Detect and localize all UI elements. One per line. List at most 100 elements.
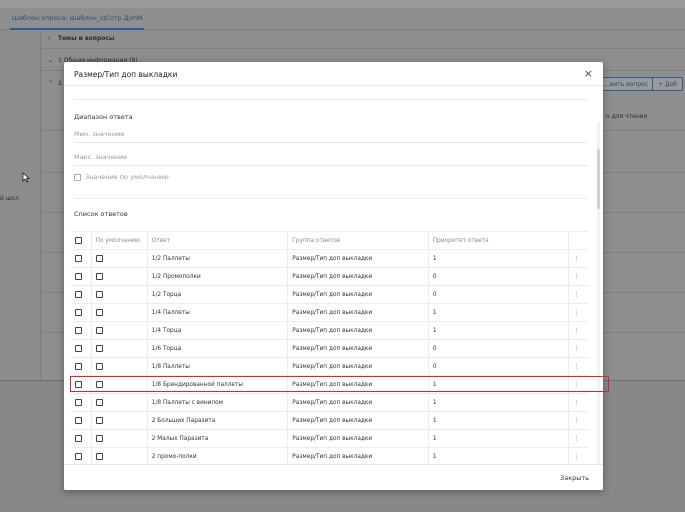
row-default-cell[interactable] [90,429,148,448]
answers-section-title: Список ответов [74,210,128,218]
table-row[interactable]: 1/2 Промополки Размер/Тип доп выкладки 0 ⋮ [71,267,589,286]
row-select-checkbox[interactable] [75,381,82,388]
row-menu-icon[interactable]: ⋮ [568,303,589,322]
min-value-underline [74,142,588,143]
row-menu-icon[interactable]: ⋮ [568,393,589,412]
row-default-cell[interactable] [90,393,148,412]
row-menu-icon[interactable]: ⋮ [568,321,589,340]
row-select-cell[interactable] [71,267,92,286]
row-default-cell[interactable] [90,339,148,358]
row-select-checkbox[interactable] [75,273,82,280]
row-default-checkbox[interactable] [95,453,103,460]
column-header-priority[interactable]: Приоритет ответа [427,231,569,250]
row-select-cell[interactable] [71,249,92,268]
row-select-checkbox[interactable] [75,309,82,316]
column-header-answer[interactable]: Ответ [146,231,288,250]
default-value-checkbox[interactable] [74,173,81,181]
row-select-cell[interactable] [71,375,92,394]
row-select-checkbox[interactable] [75,345,82,352]
table-row[interactable]: 1/8 Паллеты Размер/Тип доп выкладки 0 ⋮ [71,357,589,376]
tab-survey-template[interactable]: Шаблон опроса: Шаблон_ЦСотр ДопМ [12,14,143,22]
row-select-cell[interactable] [71,393,92,412]
add-button[interactable]: + Доб [652,77,683,91]
row-select-checkbox[interactable] [75,363,82,370]
row-default-cell[interactable] [90,267,148,286]
expand-chevron-icon[interactable]: ⌄ [48,57,53,64]
row-select-checkbox[interactable] [75,291,82,298]
row-select-checkbox[interactable] [75,453,82,460]
row-select-cell[interactable] [71,411,92,430]
answer-options-modal: Размер/Тип доп выкладки × Диапазон ответ… [64,62,603,490]
row-default-checkbox[interactable] [95,255,103,262]
table-row[interactable]: 1/2 Паллеты Размер/Тип доп выкладки 1 ⋮ [71,249,589,268]
row-menu-icon[interactable]: ⋮ [568,429,589,448]
table-row[interactable]: 1/6 Торца Размер/Тип доп выкладки 0 ⋮ [71,339,589,358]
row-select-cell[interactable] [71,303,92,322]
row-default-cell[interactable] [90,357,148,376]
close-button[interactable]: Закрыть [560,474,589,482]
row-select-checkbox[interactable] [75,255,82,262]
table-row[interactable]: 2 промо-полки Размер/Тип доп выкладки 1 ⋮ [71,447,589,464]
row-select-cell[interactable] [71,357,92,376]
group-cell: Размер/Тип доп выкладки [287,303,429,322]
table-row[interactable]: 1/8 Брендированной паллеты Размер/Тип доп… [71,375,589,394]
table-row[interactable]: 1/2 Торца Размер/Тип доп выкладки 0 ⋮ [71,285,589,304]
row-default-checkbox[interactable] [95,399,103,406]
row-select-cell[interactable] [71,339,92,358]
default-value-checkbox-row[interactable]: Значение по умолчанию [74,173,169,181]
back-chevron-icon[interactable]: ‹ [48,35,50,42]
row-menu-icon[interactable]: ⋮ [568,267,589,286]
row-menu-icon[interactable]: ⋮ [568,447,589,464]
max-value-field[interactable]: Макс. значение [74,153,127,161]
row-menu-icon[interactable]: ⋮ [568,285,589,304]
row-default-cell[interactable] [90,303,148,322]
row-default-checkbox[interactable] [95,273,103,280]
column-header-group[interactable]: Группа ответов [287,231,429,250]
close-icon[interactable]: × [584,67,593,80]
row-menu-icon[interactable]: ⋮ [568,249,589,268]
row-menu-icon[interactable]: ⋮ [568,411,589,430]
row-menu-icon[interactable]: ⋮ [568,375,589,394]
table-row[interactable]: 1/4 Торца Размер/Тип доп выкладки 1 ⋮ [71,321,589,340]
collapse-chevron-icon[interactable]: ⌃ [48,80,53,87]
row-default-checkbox[interactable] [95,345,103,352]
row-default-checkbox[interactable] [95,363,103,370]
row-menu-icon[interactable]: ⋮ [568,339,589,358]
select-all-cell[interactable] [71,231,92,250]
group-2-label[interactable]: 2 [58,80,62,87]
select-all-checkbox[interactable] [75,237,82,244]
row-default-checkbox[interactable] [95,417,103,424]
row-menu-icon[interactable]: ⋮ [568,357,589,376]
row-select-checkbox[interactable] [75,399,82,406]
row-select-checkbox[interactable] [75,435,82,442]
row-default-checkbox[interactable] [95,381,103,388]
priority-cell: 1 [427,411,569,430]
default-value-label: Значение по умолчанию [85,173,169,181]
add-question-button[interactable]: ...вить вопрос [598,77,655,91]
row-default-cell[interactable] [90,285,148,304]
row-select-cell[interactable] [71,429,92,448]
row-default-cell[interactable] [90,375,148,394]
row-select-checkbox[interactable] [75,327,82,334]
row-select-cell[interactable] [71,447,92,464]
row-default-checkbox[interactable] [95,435,103,442]
row-select-cell[interactable] [71,285,92,304]
row-default-checkbox[interactable] [95,291,103,298]
row-default-checkbox[interactable] [95,309,103,316]
max-value-underline [74,165,588,166]
table-row[interactable]: 1/4 Паллеты Размер/Тип доп выкладки 1 ⋮ [71,303,589,322]
row-default-checkbox[interactable] [95,327,103,334]
row-select-checkbox[interactable] [75,417,82,424]
min-value-field[interactable]: Мин. значение [74,130,124,138]
table-row[interactable]: 1/8 Паллеты с винилом Размер/Тип доп выкл… [71,393,589,412]
table-row[interactable]: 2 Больших Паразита Размер/Тип доп выкладк… [71,411,589,430]
modal-header: Размер/Тип доп выкладки × [64,62,603,86]
row-default-cell[interactable] [90,447,148,464]
row-select-cell[interactable] [71,321,92,340]
row-default-cell[interactable] [90,321,148,340]
column-header-default[interactable]: По умолчанию [90,231,148,250]
table-row[interactable]: 2 Малых Паразита Размер/Тип доп выкладки 1… [71,429,589,448]
scrollbar-thumb[interactable] [597,149,600,209]
row-default-cell[interactable] [90,249,148,268]
row-default-cell[interactable] [90,411,148,430]
